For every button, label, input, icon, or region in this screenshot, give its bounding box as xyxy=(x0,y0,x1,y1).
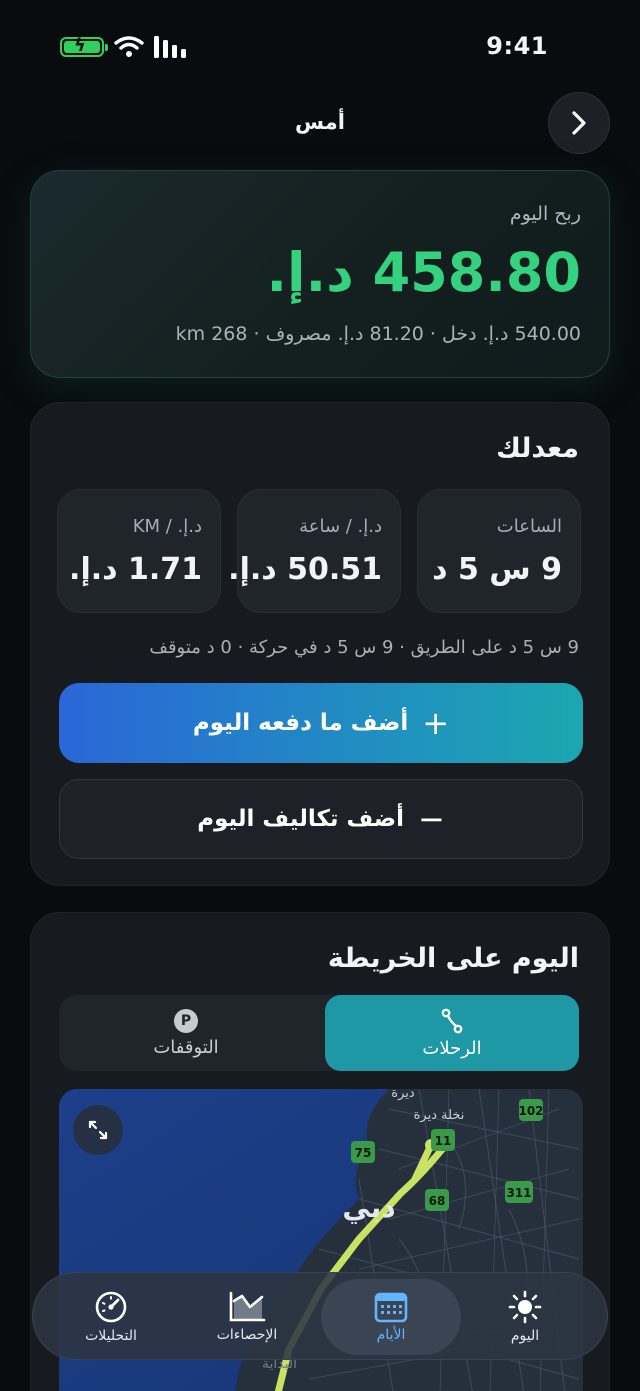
map-label-dubai: دبي xyxy=(342,1191,395,1224)
tab-stats-label: الإحصاءات xyxy=(216,1327,278,1343)
route-icon xyxy=(441,1008,463,1033)
add-income-label: أضف ما دفعه اليوم xyxy=(192,710,409,736)
metric-value: 1.71 د.إ. xyxy=(69,552,202,587)
tab-today[interactable]: اليوم xyxy=(455,1279,595,1355)
metric-per-hour: د.إ. / ساعة 50.51 د.إ. xyxy=(228,489,401,613)
profit-summary: 540.00 د.إ. دخل · 81.20 د.إ. مصروف · 268… xyxy=(175,323,581,345)
profit-value: 458.80 د.إ. xyxy=(266,241,581,304)
tab-today-label: اليوم xyxy=(510,1328,540,1344)
metric-label: د.إ. / KM xyxy=(132,516,202,537)
minus-icon: − xyxy=(417,800,445,838)
bottom-tab-bar: اليوم الأيام الإحصاءات التحليلات xyxy=(32,1272,608,1360)
battery-charging-icon: ϟ xyxy=(60,36,108,57)
expand-icon xyxy=(88,1120,108,1140)
map-shield: 11 xyxy=(435,1134,452,1148)
tab-days-label: الأيام xyxy=(376,1327,406,1343)
wifi-icon xyxy=(114,36,144,57)
status-time: 9:41 xyxy=(486,32,548,60)
time-breakdown: 9 س 5 د على الطريق · 9 س 5 د في حركة · 0… xyxy=(149,637,579,658)
page-title: أمس xyxy=(295,110,345,134)
map-view-switch: الرحلات P التوقفات xyxy=(59,995,579,1071)
tab-stops-label: التوقفات xyxy=(153,1036,219,1058)
averages-title: معدلك xyxy=(496,433,579,464)
tab-trips[interactable]: الرحلات xyxy=(325,995,579,1071)
tab-stats[interactable]: الإحصاءات xyxy=(177,1279,317,1355)
tab-stops[interactable]: P التوقفات xyxy=(59,995,313,1071)
profit-label: ربح اليوم xyxy=(509,203,581,225)
chevron-right-icon xyxy=(572,111,586,135)
calendar-icon xyxy=(374,1292,408,1323)
header: أمس xyxy=(0,92,640,154)
metric-label: الساعات xyxy=(496,516,562,537)
expand-map-button[interactable] xyxy=(73,1105,123,1155)
map-shield: 75 xyxy=(355,1146,372,1160)
tab-days[interactable]: الأيام xyxy=(321,1279,461,1355)
tab-analytics-label: التحليلات xyxy=(85,1328,137,1344)
cellular-signal-icon xyxy=(154,36,186,58)
map-shield: 102 xyxy=(518,1104,543,1118)
chart-icon xyxy=(229,1291,266,1322)
tab-analytics[interactable]: التحليلات xyxy=(41,1279,181,1355)
metric-hours: الساعات 9 س 5 د xyxy=(417,489,581,613)
metric-label: د.إ. / ساعة xyxy=(299,516,382,537)
gauge-icon xyxy=(95,1291,127,1323)
add-income-button[interactable]: + أضف ما دفعه اليوم xyxy=(59,683,583,763)
metric-value: 9 س 5 د xyxy=(432,552,562,587)
plus-icon: + xyxy=(422,704,450,742)
metric-value: 50.51 د.إ. xyxy=(228,552,382,587)
map-label-deira: ديرة xyxy=(391,1089,415,1101)
metric-per-km: د.إ. / KM 1.71 د.إ. xyxy=(57,489,221,613)
status-bar: ϟ 9:41 xyxy=(0,0,640,92)
add-expense-label: أضف تكاليف اليوم xyxy=(197,806,404,832)
map-title: اليوم على الخريطة xyxy=(327,943,579,974)
next-day-button[interactable] xyxy=(548,92,610,154)
map-label-deira-palm: نخلة ديرة xyxy=(414,1108,465,1123)
profit-card: ربح اليوم 458.80 د.إ. 540.00 د.إ. دخل · … xyxy=(30,170,610,378)
tab-trips-label: الرحلات xyxy=(422,1037,482,1059)
map-shield: 311 xyxy=(506,1186,531,1200)
sun-icon xyxy=(508,1290,542,1324)
add-expense-button[interactable]: − أضف تكاليف اليوم xyxy=(59,779,583,859)
map-shield: 68 xyxy=(429,1194,446,1208)
averages-card: معدلك الساعات 9 س 5 د د.إ. / ساعة 50.51 … xyxy=(30,402,610,886)
parking-icon: P xyxy=(174,1008,198,1033)
